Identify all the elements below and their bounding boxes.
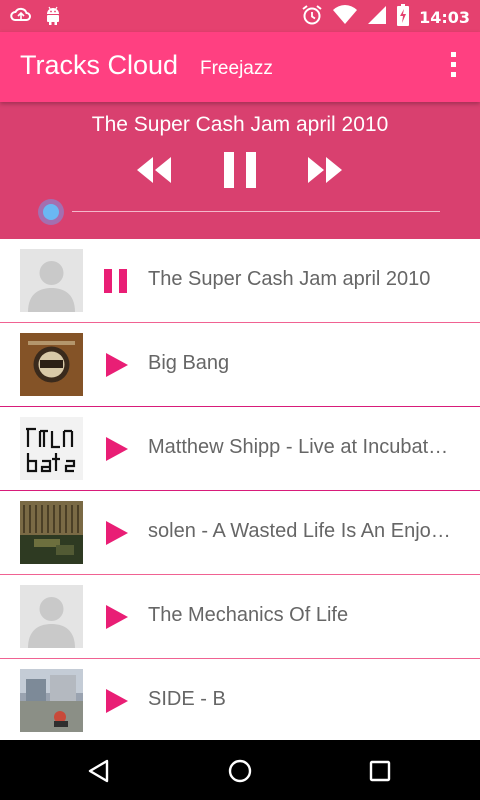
- fast-forward-icon: [308, 157, 342, 183]
- back-button[interactable]: [86, 758, 112, 789]
- avatar-placeholder: [20, 249, 83, 312]
- seek-track: [72, 211, 440, 212]
- album-art-room: [20, 501, 83, 564]
- play-icon[interactable]: [103, 352, 129, 378]
- track-title: The Super Cash Jam april 2010: [148, 268, 431, 290]
- now-playing-title: The Super Cash Jam april 2010: [91, 113, 389, 136]
- track-row[interactable]: Big Bang: [0, 323, 480, 407]
- status-bar: 14:03: [0, 0, 480, 32]
- pause-icon: [224, 152, 256, 188]
- album-art-street: [20, 669, 83, 732]
- app-title: Tracks Cloud: [20, 50, 179, 80]
- album-art-incubate: [20, 417, 83, 480]
- signal-icon: [367, 5, 387, 30]
- category-subtitle[interactable]: Freejazz: [200, 58, 273, 80]
- album-art-badge: [20, 333, 83, 396]
- alarm-icon: [301, 4, 323, 31]
- track-row[interactable]: solen - A Wasted Life Is An Enjo…: [0, 491, 480, 575]
- android-icon: [44, 5, 62, 30]
- clock: 14:03: [419, 8, 470, 27]
- track-title: Big Bang: [148, 352, 230, 374]
- track-row[interactable]: Matthew Shipp - Live at Incubat…: [0, 407, 480, 491]
- recents-icon: [369, 760, 391, 782]
- track-title: SIDE - B: [148, 688, 226, 710]
- seek-bar[interactable]: [40, 200, 440, 224]
- play-icon[interactable]: [103, 688, 129, 714]
- pause-icon[interactable]: [103, 268, 129, 294]
- track-title: solen - A Wasted Life Is An Enjo…: [148, 520, 451, 542]
- track-row[interactable]: SIDE - B: [0, 659, 480, 740]
- track-title: Matthew Shipp - Live at Incubat…: [148, 436, 449, 458]
- track-list[interactable]: The Super Cash Jam april 2010 Big Bang M…: [0, 239, 480, 740]
- recents-button[interactable]: [367, 758, 393, 789]
- avatar-placeholder: [20, 585, 83, 648]
- home-button[interactable]: [227, 758, 253, 789]
- overflow-menu-icon[interactable]: [448, 52, 458, 82]
- navigation-bar: [0, 740, 480, 800]
- pause-button[interactable]: [222, 150, 258, 195]
- rewind-button[interactable]: [135, 154, 173, 191]
- track-row[interactable]: The Mechanics Of Life: [0, 575, 480, 659]
- play-icon[interactable]: [103, 520, 129, 546]
- seek-thumb[interactable]: [43, 204, 59, 220]
- play-icon[interactable]: [103, 436, 129, 462]
- track-row[interactable]: The Super Cash Jam april 2010: [0, 239, 480, 323]
- rewind-icon: [137, 157, 171, 183]
- play-icon[interactable]: [103, 604, 129, 630]
- player-panel: The Super Cash Jam april 2010: [0, 102, 480, 239]
- back-icon: [88, 759, 109, 783]
- wifi-icon: [333, 5, 358, 30]
- battery-charging-icon: [397, 4, 410, 31]
- fast-forward-button[interactable]: [306, 154, 344, 191]
- track-title: The Mechanics Of Life: [148, 604, 349, 626]
- home-icon: [228, 759, 252, 783]
- cloud-sync-icon: [10, 5, 32, 30]
- app-bar: Tracks Cloud Freejazz: [0, 32, 480, 102]
